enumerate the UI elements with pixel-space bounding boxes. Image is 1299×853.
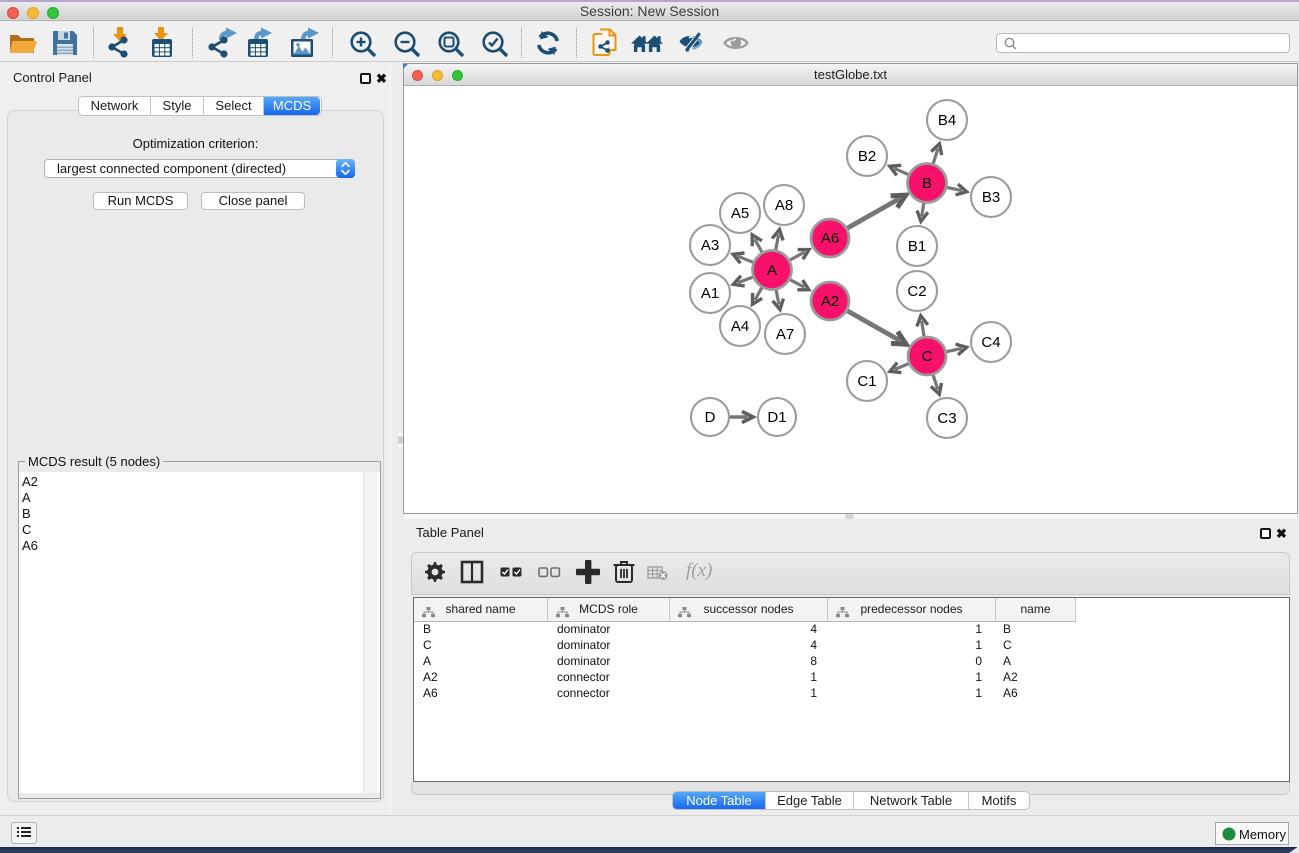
svg-text:A2: A2 xyxy=(821,293,839,310)
svg-text:B3: B3 xyxy=(982,189,1000,206)
svg-text:B2: B2 xyxy=(858,148,876,165)
svg-text:A4: A4 xyxy=(731,318,749,335)
svg-text:C3: C3 xyxy=(937,410,956,427)
svg-text:B: B xyxy=(922,175,932,192)
svg-text:A6: A6 xyxy=(821,230,839,247)
svg-text:C4: C4 xyxy=(981,334,1000,351)
svg-text:A1: A1 xyxy=(701,285,719,302)
svg-text:C: C xyxy=(922,348,933,365)
svg-text:D: D xyxy=(705,409,716,426)
svg-text:A3: A3 xyxy=(701,237,719,254)
svg-text:C2: C2 xyxy=(907,283,926,300)
svg-text:C1: C1 xyxy=(857,373,876,390)
svg-text:A5: A5 xyxy=(731,205,749,222)
svg-text:f(x): f(x) xyxy=(686,560,712,581)
svg-text:B4: B4 xyxy=(938,112,956,129)
svg-text:A8: A8 xyxy=(775,197,793,214)
svg-text:A: A xyxy=(767,262,777,279)
svg-text:B1: B1 xyxy=(908,238,926,255)
svg-text:D1: D1 xyxy=(767,409,786,426)
svg-text:A7: A7 xyxy=(776,326,794,343)
